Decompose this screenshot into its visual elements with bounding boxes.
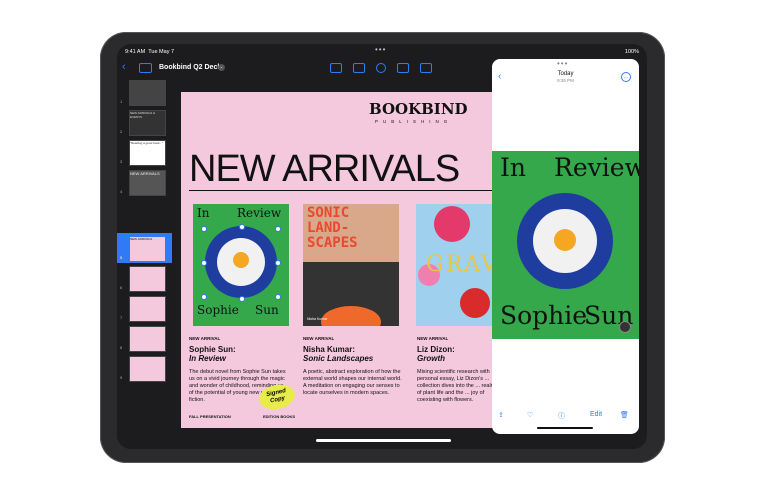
photo-text: Sophie: [500, 301, 588, 330]
egg-yolk: [554, 229, 576, 251]
book-cover-growth[interactable]: GRAVITY: [416, 204, 499, 326]
photo-image[interactable]: In Review Sophie Sun: [492, 151, 639, 339]
slide-number: 5: [120, 255, 123, 260]
slide-number: 8: [120, 345, 123, 350]
slide-thumbnail-1[interactable]: [129, 80, 166, 106]
slide-thumbnail-6[interactable]: [129, 266, 166, 292]
cover-title: SONIC LAND- SCAPES: [307, 205, 358, 251]
slide-number: 7: [120, 315, 123, 320]
share-icon[interactable]: ⇪: [498, 411, 504, 419]
multitasking-dots[interactable]: •••: [375, 45, 386, 54]
cover-text: Review: [237, 206, 282, 220]
footer-left: FALL PRESENTATION: [189, 414, 231, 419]
flower-image: [434, 206, 470, 242]
cover-title: GRAVITY: [426, 252, 499, 277]
slide-number: 4: [120, 189, 123, 194]
lava-glow: [321, 306, 381, 326]
photo-text: In: [500, 153, 526, 182]
media-icon[interactable]: [420, 63, 432, 73]
selection-handle[interactable]: [201, 226, 207, 232]
book-column-3[interactable]: NEW ARRIVAL Liz Dizon: Growth Mixing sci…: [417, 336, 497, 404]
slide-thumbnail-8[interactable]: [129, 326, 166, 352]
table-icon[interactable]: [353, 63, 365, 73]
selection-handle[interactable]: [275, 260, 281, 266]
egg-yolk: [233, 252, 249, 268]
home-indicator[interactable]: [537, 427, 593, 429]
new-arrival-tag: NEW ARRIVAL: [303, 336, 335, 341]
sidebar-toggle-icon[interactable]: [139, 63, 152, 73]
author-name: Nisha Kumar:: [303, 345, 356, 354]
new-arrival-tag: NEW ARRIVAL: [417, 336, 449, 341]
cover-text: In: [197, 206, 210, 220]
photo-date: Today: [557, 71, 574, 77]
book-column-2[interactable]: NEW ARRIVAL Nisha Kumar: Sonic Landscape…: [303, 336, 403, 397]
slide-number: 2: [120, 129, 123, 134]
book-cover-sonic-landscapes[interactable]: SONIC LAND- SCAPES Nisha Kumar: [303, 204, 399, 326]
photo-text: Review: [554, 153, 639, 182]
more-options-icon[interactable]: …: [621, 72, 631, 82]
play-icon[interactable]: [330, 63, 342, 73]
slide-thumbnail-9[interactable]: [129, 356, 166, 382]
chart-icon[interactable]: [376, 63, 386, 73]
document-title[interactable]: Bookbind Q2 Deck: [159, 64, 221, 71]
divider: [189, 190, 499, 191]
keynote-toolbar: ‹ Bookbind Q2 Deck ⌄: [117, 58, 492, 78]
battery-indicator: 100%: [624, 49, 639, 55]
slide-thumbnail-3[interactable]: "Reading a good book...": [129, 140, 166, 166]
selection-handle[interactable]: [239, 296, 245, 302]
slide-number: 1: [120, 99, 123, 104]
photo-time: 9:35 PM: [557, 78, 574, 83]
selection-handle[interactable]: [275, 294, 281, 300]
book-title: Sonic Landscapes: [303, 354, 374, 363]
shapes-icon[interactable]: [397, 63, 409, 73]
cover-author: Nisha Kumar: [307, 317, 328, 321]
edit-button[interactable]: Edit: [590, 411, 602, 418]
bookbind-logo: BOOKBIND: [369, 100, 468, 118]
status-time: 9:41 AM Tue May 7: [125, 49, 175, 55]
delete-icon[interactable]: 🗑: [620, 411, 629, 419]
book-title: In Review: [189, 354, 226, 363]
selection-handle[interactable]: [201, 260, 207, 266]
title-menu-chevron-icon[interactable]: ⌄: [218, 64, 225, 71]
multitasking-dots[interactable]: •••: [557, 59, 568, 68]
status-bar: 9:41 AM Tue May 7 ••• 100%: [117, 44, 647, 58]
home-indicator[interactable]: [316, 439, 451, 442]
photos-toolbar: ⇪ ♡ ⓘ Edit 🗑: [492, 409, 639, 434]
book-description: A poetic, abstract exploration of how th…: [303, 369, 402, 396]
favorite-icon[interactable]: ♡: [527, 411, 533, 419]
author-name: Liz Dizon:: [417, 345, 455, 354]
cover-text: Sophie: [197, 303, 239, 317]
cover-text: Sun: [255, 303, 279, 317]
slide-thumbnail-2[interactable]: NEW ARRIVALS & EVENTS: [129, 110, 166, 136]
slide-number: 9: [120, 375, 123, 380]
book-cover-in-review[interactable]: In Review Sophie Sun: [193, 204, 289, 326]
ipad-screen: 9:41 AM Tue May 7 ••• 100% ‹ Bookbind Q2…: [117, 44, 647, 449]
selection-handle[interactable]: [275, 226, 281, 232]
slide-thumbnail-4[interactable]: NEW ARRIVALS: [129, 170, 166, 196]
slide-number: 3: [120, 159, 123, 164]
book-description: Mixing scientific research with personal…: [417, 369, 496, 403]
live-text-icon[interactable]: [619, 321, 631, 333]
slide-thumbnail-5[interactable]: NEW ARRIVALS: [129, 236, 166, 262]
photos-slide-over[interactable]: ••• ‹ Today 9:35 PM … In Review Sophie S…: [492, 59, 639, 434]
logo-subtitle: PUBLISHING: [375, 119, 453, 124]
slide-navigator: NEW ARRIVALS & EVENTS "Reading a good bo…: [117, 80, 172, 449]
slide-canvas[interactable]: BOOKBIND PUBLISHING NEW ARRIVALS In Revi…: [181, 92, 499, 428]
slide-headline[interactable]: NEW ARRIVALS: [189, 148, 460, 191]
book-title: Growth: [417, 354, 445, 363]
new-arrival-tag: NEW ARRIVAL: [189, 336, 221, 341]
flower-image: [460, 288, 490, 318]
footer-mid: EDITION BOOKS: [263, 414, 296, 419]
back-button[interactable]: ‹: [122, 61, 126, 73]
selection-handle[interactable]: [201, 294, 207, 300]
author-name: Sophie Sun:: [189, 345, 236, 354]
selection-handle[interactable]: [239, 224, 245, 230]
slide-thumbnail-7[interactable]: [129, 296, 166, 322]
info-icon[interactable]: ⓘ: [558, 411, 565, 421]
slide-number: 6: [120, 285, 123, 290]
